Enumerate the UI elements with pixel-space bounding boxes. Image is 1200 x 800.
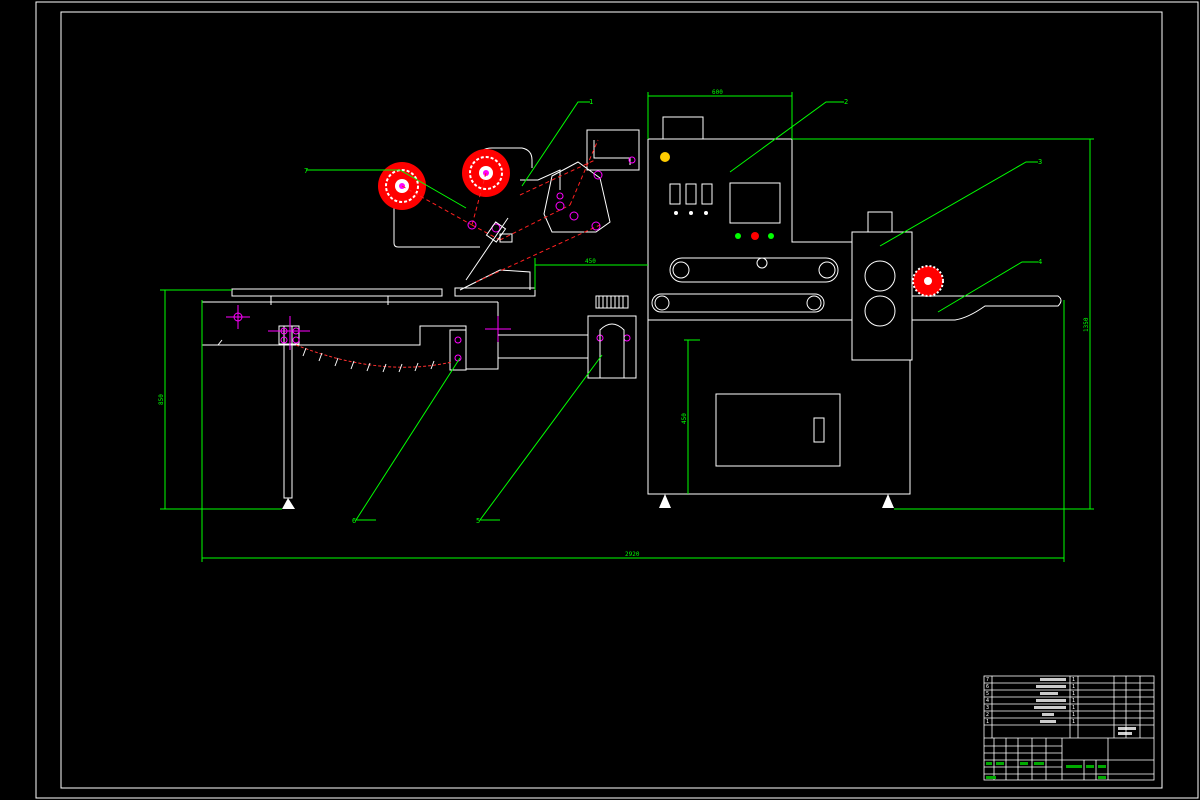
part-qty-6: 1 <box>1072 684 1075 690</box>
callout-2: 2 <box>844 98 848 106</box>
part-no-6: 6 <box>986 684 989 690</box>
main-body-details <box>654 152 944 327</box>
callout-3: 3 <box>1038 158 1042 166</box>
dimension-lines <box>160 92 1094 562</box>
part-qty-2: 1 <box>1072 712 1075 718</box>
part-qty-5: 1 <box>1072 691 1075 697</box>
gear-teeth <box>598 296 624 308</box>
part-qty-1: 1 <box>1072 719 1075 725</box>
dimension-text: 600 450 2920 850 450 1350 <box>158 89 1090 558</box>
callout-5: 5 <box>476 517 480 525</box>
outer-border <box>35 1 1199 799</box>
leader-lines <box>306 101 1038 521</box>
center-marks <box>226 305 631 362</box>
foot-left <box>282 498 295 509</box>
dim-overall-length: 2920 <box>625 551 640 558</box>
main-body <box>498 116 1062 495</box>
part-qty-4: 1 <box>1072 698 1075 704</box>
chain-path <box>295 344 453 368</box>
dim-top-width: 600 <box>712 89 723 96</box>
callout-1: 1 <box>589 98 593 106</box>
dim-feed-length: 450 <box>585 258 596 265</box>
callout-4: 4 <box>1038 258 1042 266</box>
part-no-1: 1 <box>986 719 989 725</box>
drawing-sheet: 600 450 2920 850 450 1350 1 2 3 4 5 6 7 <box>35 1 1199 799</box>
foot-right <box>882 494 894 508</box>
part-no-5: 5 <box>986 691 989 697</box>
callout-6: 6 <box>352 517 356 525</box>
part-no-2: 2 <box>986 712 989 718</box>
foot-mid <box>659 494 671 508</box>
inner-border <box>60 11 1163 789</box>
part-no-4: 4 <box>986 698 989 704</box>
part-no-7: 7 <box>986 677 989 683</box>
dim-right-height: 1350 <box>1083 317 1090 332</box>
chain-fingers <box>302 347 435 373</box>
parts-list-names <box>1034 678 1136 735</box>
dim-left-height: 850 <box>158 394 165 405</box>
film-frame <box>393 129 640 297</box>
part-no-3: 3 <box>986 705 989 711</box>
feed-conveyor <box>201 288 499 499</box>
dim-mid-height: 450 <box>681 413 688 424</box>
part-qty-7: 1 <box>1072 677 1075 683</box>
callout-7: 7 <box>304 167 308 175</box>
part-qty-3: 1 <box>1072 705 1075 711</box>
